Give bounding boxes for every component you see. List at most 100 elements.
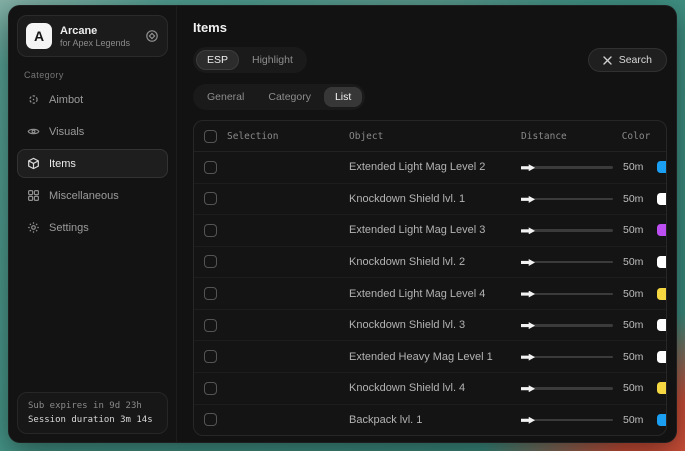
row-checkbox[interactable] <box>204 382 217 395</box>
distance-slider[interactable] <box>521 194 613 204</box>
object-name: Knockdown Shield lvl. 3 <box>349 319 521 331</box>
select-all-checkbox[interactable] <box>204 130 217 143</box>
table-row: Knockdown Shield lvl. 3 50m <box>194 310 666 342</box>
search-button[interactable]: Search <box>588 48 667 72</box>
distance-value: 50m <box>623 288 643 300</box>
app-name: Arcane <box>60 25 130 37</box>
object-name: Extended Light Mag Level 4 <box>349 288 521 300</box>
grid-icon <box>27 189 40 202</box>
color-swatch[interactable] <box>657 161 667 173</box>
slider-thumb-icon[interactable] <box>521 291 535 298</box>
row-checkbox[interactable] <box>204 287 217 300</box>
distance-value: 50m <box>623 382 643 394</box>
color-swatch[interactable] <box>657 288 667 300</box>
color-swatch[interactable] <box>657 224 667 236</box>
table-row: Extended Light Mag Level 4 50m <box>194 278 666 310</box>
column-header-distance: Distance <box>521 131 616 142</box>
sidebar: A Arcane for Apex Legends Category Aimbo… <box>9 6 177 442</box>
sidebar-item-settings[interactable]: Settings <box>17 213 168 242</box>
sidebar-item-aimbot[interactable]: Aimbot <box>17 85 168 114</box>
row-checkbox[interactable] <box>204 161 217 174</box>
row-checkbox[interactable] <box>204 350 217 363</box>
color-swatch[interactable] <box>657 414 667 426</box>
eye-icon <box>27 125 40 138</box>
sidebar-nav: Aimbot Visuals Items Miscellaneous Setti… <box>17 85 168 242</box>
table-body: Extended Light Mag Level 2 50m Knockdown… <box>194 152 666 435</box>
sub-expires-text: Sub expires in 9d 23h <box>28 401 157 411</box>
items-table: Selection Object Distance Color Extended… <box>193 120 667 436</box>
object-name: Knockdown Shield lvl. 4 <box>349 382 521 394</box>
table-row: Extended Light Mag Level 3 50m <box>194 215 666 247</box>
column-header-selection: Selection <box>227 131 278 142</box>
row-checkbox[interactable] <box>204 413 217 426</box>
object-name: Extended Light Mag Level 3 <box>349 224 521 236</box>
sidebar-item-miscellaneous[interactable]: Miscellaneous <box>17 181 168 210</box>
table-row: Backpack lvl. 1 50m <box>194 405 666 436</box>
object-name: Knockdown Shield lvl. 2 <box>349 256 521 268</box>
app-window: A Arcane for Apex Legends Category Aimbo… <box>8 5 677 443</box>
table-row: Extended Heavy Mag Level 1 50m <box>194 341 666 373</box>
color-swatch[interactable] <box>657 193 667 205</box>
row-checkbox[interactable] <box>204 224 217 237</box>
app-logo: A <box>26 23 52 49</box>
table-row: Knockdown Shield lvl. 2 50m <box>194 247 666 279</box>
sidebar-item-label: Aimbot <box>49 94 83 106</box>
object-name: Extended Heavy Mag Level 1 <box>349 351 521 363</box>
distance-value: 50m <box>623 161 643 173</box>
tab-category[interactable]: Category <box>257 87 322 107</box>
sidebar-item-label: Visuals <box>49 126 84 138</box>
slider-thumb-icon[interactable] <box>521 196 535 203</box>
gear-icon <box>27 221 40 234</box>
search-button-label: Search <box>619 54 652 66</box>
distance-slider[interactable] <box>521 162 613 172</box>
row-checkbox[interactable] <box>204 255 217 268</box>
tab-general[interactable]: General <box>196 87 255 107</box>
distance-value: 50m <box>623 224 643 236</box>
table-header-row: Selection Object Distance Color <box>194 121 666 152</box>
toggle-esp[interactable]: ESP <box>196 50 239 70</box>
object-name: Extended Light Mag Level 2 <box>349 161 521 173</box>
distance-slider[interactable] <box>521 225 613 235</box>
color-swatch[interactable] <box>657 351 667 363</box>
distance-slider[interactable] <box>521 415 613 425</box>
category-section-label: Category <box>24 70 168 80</box>
table-row: Knockdown Shield lvl. 4 50m <box>194 373 666 405</box>
mode-toggle: ESPHighlight <box>193 47 307 73</box>
column-header-color: Color <box>616 131 656 142</box>
sidebar-item-label: Items <box>49 158 76 170</box>
row-checkbox[interactable] <box>204 192 217 205</box>
package-icon <box>27 157 40 170</box>
slider-thumb-icon[interactable] <box>521 354 535 361</box>
color-swatch[interactable] <box>657 382 667 394</box>
row-checkbox[interactable] <box>204 319 217 332</box>
controls-row: ESPHighlight Search <box>193 47 667 73</box>
app-header-card: A Arcane for Apex Legends <box>17 15 168 57</box>
crosshair-icon <box>27 93 40 106</box>
distance-value: 50m <box>623 414 643 426</box>
color-swatch[interactable] <box>657 319 667 331</box>
table-row: Knockdown Shield lvl. 1 50m <box>194 184 666 216</box>
sidebar-item-label: Settings <box>49 222 89 234</box>
distance-slider[interactable] <box>521 383 613 393</box>
close-icon <box>603 56 612 65</box>
distance-value: 50m <box>623 351 643 363</box>
sidebar-item-items[interactable]: Items <box>17 149 168 178</box>
app-meta: Arcane for Apex Legends <box>60 25 130 48</box>
table-row: Extended Light Mag Level 2 50m <box>194 152 666 184</box>
slider-thumb-icon[interactable] <box>521 417 535 424</box>
distance-slider[interactable] <box>521 257 613 267</box>
distance-value: 50m <box>623 193 643 205</box>
distance-slider[interactable] <box>521 320 613 330</box>
app-subtitle: for Apex Legends <box>60 38 130 48</box>
object-name: Knockdown Shield lvl. 1 <box>349 193 521 205</box>
session-duration-text: Session duration 3m 14s <box>28 415 157 425</box>
tab-list[interactable]: List <box>324 87 362 107</box>
toggle-highlight[interactable]: Highlight <box>241 50 304 70</box>
badge-icon[interactable] <box>145 29 159 43</box>
page-title: Items <box>193 20 667 35</box>
color-swatch[interactable] <box>657 256 667 268</box>
main-panel: Items ESPHighlight Search GeneralCategor… <box>177 6 676 442</box>
distance-slider[interactable] <box>521 289 613 299</box>
distance-slider[interactable] <box>521 352 613 362</box>
sidebar-item-visuals[interactable]: Visuals <box>17 117 168 146</box>
